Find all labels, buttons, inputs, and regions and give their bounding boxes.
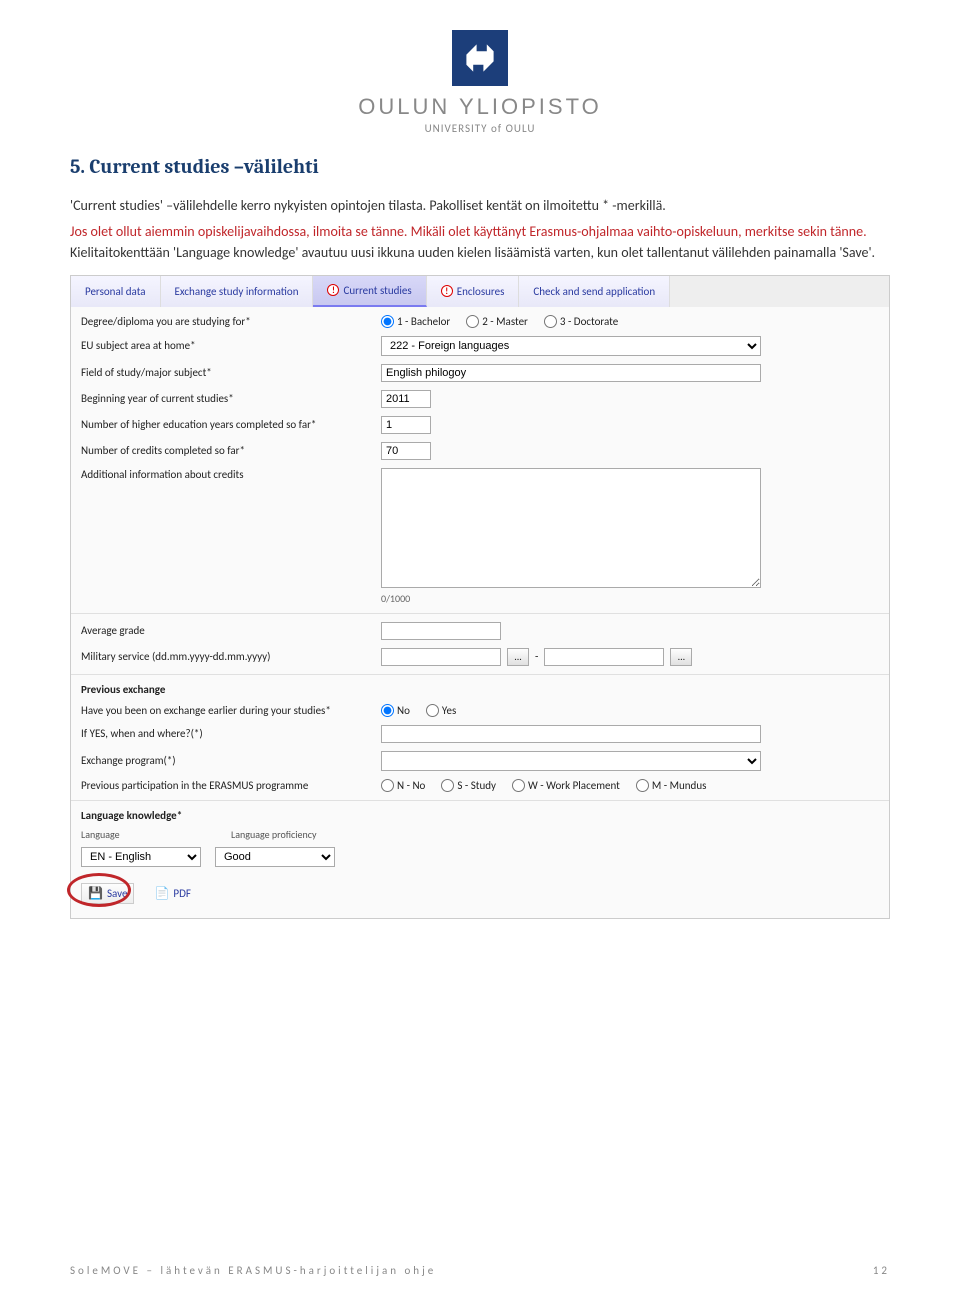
page-number: 12 [873,1264,890,1277]
pdf-icon: 📄 [154,886,169,901]
save-icon: 💾 [88,886,103,901]
additional-info-textarea[interactable] [381,468,761,588]
section-title: 5. Current studies –välilehti [70,155,890,178]
tab-exchange-info[interactable]: Exchange study information [161,276,314,307]
radio-master[interactable]: 2 - Master [466,315,528,328]
date-picker-icon[interactable]: ... [507,648,529,666]
years-completed-input[interactable] [381,416,431,434]
label-years-completed: Number of higher education years complet… [81,418,381,431]
label-erasmus: Previous participation in the ERASMUS pr… [81,779,381,792]
intro-paragraph-2: Jos olet ollut aiemmin opiskelijavaihdos… [70,222,890,263]
when-where-input[interactable] [381,725,761,743]
tab-check-send[interactable]: Check and send application [519,276,670,307]
radio-bachelor[interactable]: 1 - Bachelor [381,315,450,328]
date-picker-icon[interactable]: ... [670,648,692,666]
exchange-program-select[interactable] [381,751,761,771]
proficiency-select[interactable]: Good [215,847,335,867]
previous-exchange-heading: Previous exchange [81,683,381,696]
page-footer: SoleMOVE – lähtevän ERASMUS-harjoittelij… [70,1264,890,1277]
date-separator: - [535,650,538,663]
intro-paragraph-1: 'Current studies' –välilehdelle kerro ny… [70,196,890,216]
label-when-where: If YES, when and where?(*) [81,727,381,740]
tab-personal-data[interactable]: Personal data [71,276,161,307]
radio-exchange-yes[interactable]: Yes [426,704,456,717]
label-been-exchange: Have you been on exchange earlier during… [81,704,381,717]
begin-year-input[interactable] [381,390,431,408]
field-input[interactable] [381,364,761,382]
radio-erasmus-study[interactable]: S - Study [441,779,496,792]
column-proficiency: Language proficiency [231,828,391,841]
military-end-input[interactable] [544,648,664,666]
label-degree: Degree/diploma you are studying for* [81,315,381,328]
label-begin-year: Beginning year of current studies* [81,392,381,405]
university-name-fi: OULUN YLIOPISTO [70,94,890,120]
label-military: Military service (dd.mm.yyyy-dd.mm.yyyy) [81,650,381,663]
university-name-en: UNIVERSITY of OULU [70,122,890,135]
tab-bar: Personal data Exchange study information… [71,276,889,307]
average-grade-input[interactable] [381,622,501,640]
logo-square-icon [452,30,508,86]
degree-radio-group: 1 - Bachelor 2 - Master 3 - Doctorate [381,315,879,328]
char-counter: 0/1000 [381,592,889,609]
radio-erasmus-no[interactable]: N - No [381,779,425,792]
military-start-input[interactable] [381,648,501,666]
pdf-button[interactable]: 📄 PDF [148,884,196,903]
language-select[interactable]: EN - English [81,847,201,867]
alert-icon: ! [441,285,453,297]
save-button[interactable]: 💾 Save [81,883,134,904]
radio-erasmus-work[interactable]: W - Work Placement [512,779,620,792]
label-field: Field of study/major subject* [81,366,381,379]
label-average-grade: Average grade [81,624,381,637]
form-screenshot: Personal data Exchange study information… [70,275,890,919]
column-language: Language [81,828,231,841]
tab-enclosures[interactable]: ! Enclosures [427,276,520,307]
alert-icon: ! [327,284,339,296]
footer-text: SoleMOVE – lähtevän ERASMUS-harjoittelij… [70,1264,436,1277]
university-logo: OULUN YLIOPISTO UNIVERSITY of OULU [70,30,890,135]
radio-exchange-no[interactable]: No [381,704,410,717]
radio-erasmus-mundus[interactable]: M - Mundus [636,779,707,792]
label-eu-subject: EU subject area at home* [81,339,381,352]
credits-input[interactable] [381,442,431,460]
label-additional-info: Additional information about credits [81,468,381,481]
red-note-text: Jos olet ollut aiemmin opiskelijavaihdos… [70,223,867,240]
label-exchange-program: Exchange program(*) [81,754,381,767]
label-credits: Number of credits completed so far* [81,444,381,457]
radio-doctorate[interactable]: 3 - Doctorate [544,315,618,328]
tab-current-studies[interactable]: ! Current studies [313,276,426,307]
eu-subject-select[interactable]: 222 - Foreign languages [381,336,761,356]
language-knowledge-heading: Language knowledge* [81,809,381,822]
